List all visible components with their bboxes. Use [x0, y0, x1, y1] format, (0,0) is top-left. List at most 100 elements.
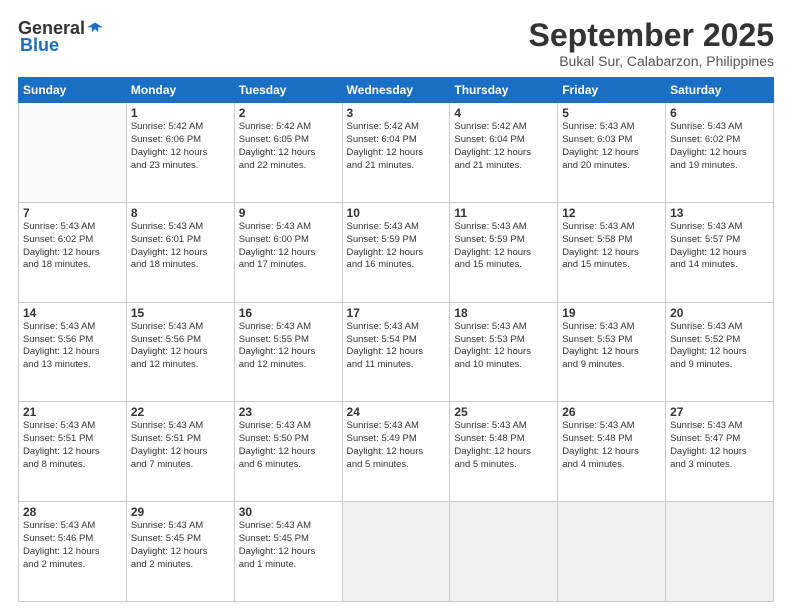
- calendar-header-row: SundayMondayTuesdayWednesdayThursdayFrid…: [19, 78, 774, 103]
- day-number: 2: [239, 106, 338, 120]
- day-number: 26: [562, 405, 661, 419]
- day-header-thursday: Thursday: [450, 78, 558, 103]
- day-number: 10: [347, 206, 446, 220]
- calendar-cell: [342, 502, 450, 602]
- day-detail: Sunrise: 5:43 AM Sunset: 5:54 PM Dayligh…: [347, 321, 446, 372]
- day-number: 15: [131, 306, 230, 320]
- day-number: 19: [562, 306, 661, 320]
- day-number: 14: [23, 306, 122, 320]
- header: General Blue September 2025 Bukal Sur, C…: [18, 18, 774, 69]
- calendar-cell: 21Sunrise: 5:43 AM Sunset: 5:51 PM Dayli…: [19, 402, 127, 502]
- calendar-cell: [558, 502, 666, 602]
- day-number: 9: [239, 206, 338, 220]
- day-detail: Sunrise: 5:43 AM Sunset: 5:53 PM Dayligh…: [562, 321, 661, 372]
- calendar-cell: 15Sunrise: 5:43 AM Sunset: 5:56 PM Dayli…: [126, 302, 234, 402]
- calendar-cell: 23Sunrise: 5:43 AM Sunset: 5:50 PM Dayli…: [234, 402, 342, 502]
- day-number: 22: [131, 405, 230, 419]
- calendar-cell: 25Sunrise: 5:43 AM Sunset: 5:48 PM Dayli…: [450, 402, 558, 502]
- day-number: 21: [23, 405, 122, 419]
- calendar-cell: 1Sunrise: 5:42 AM Sunset: 6:06 PM Daylig…: [126, 103, 234, 203]
- calendar-cell: [666, 502, 774, 602]
- day-detail: Sunrise: 5:42 AM Sunset: 6:04 PM Dayligh…: [454, 121, 553, 172]
- calendar-cell: 18Sunrise: 5:43 AM Sunset: 5:53 PM Dayli…: [450, 302, 558, 402]
- page: General Blue September 2025 Bukal Sur, C…: [0, 0, 792, 612]
- page-title: September 2025: [529, 18, 774, 53]
- day-number: 28: [23, 505, 122, 519]
- day-detail: Sunrise: 5:43 AM Sunset: 5:50 PM Dayligh…: [239, 420, 338, 471]
- day-header-sunday: Sunday: [19, 78, 127, 103]
- day-detail: Sunrise: 5:43 AM Sunset: 5:59 PM Dayligh…: [454, 221, 553, 272]
- logo: General Blue: [18, 18, 103, 56]
- day-number: 11: [454, 206, 553, 220]
- day-number: 8: [131, 206, 230, 220]
- day-header-wednesday: Wednesday: [342, 78, 450, 103]
- day-detail: Sunrise: 5:43 AM Sunset: 5:59 PM Dayligh…: [347, 221, 446, 272]
- calendar-cell: 26Sunrise: 5:43 AM Sunset: 5:48 PM Dayli…: [558, 402, 666, 502]
- day-number: 18: [454, 306, 553, 320]
- logo-blue-text: Blue: [20, 35, 59, 56]
- day-number: 16: [239, 306, 338, 320]
- day-number: 27: [670, 405, 769, 419]
- calendar-cell: 14Sunrise: 5:43 AM Sunset: 5:56 PM Dayli…: [19, 302, 127, 402]
- title-block: September 2025 Bukal Sur, Calabarzon, Ph…: [529, 18, 774, 69]
- day-number: 30: [239, 505, 338, 519]
- day-detail: Sunrise: 5:42 AM Sunset: 6:06 PM Dayligh…: [131, 121, 230, 172]
- day-number: 1: [131, 106, 230, 120]
- calendar-cell: 20Sunrise: 5:43 AM Sunset: 5:52 PM Dayli…: [666, 302, 774, 402]
- day-number: 17: [347, 306, 446, 320]
- calendar-cell: 12Sunrise: 5:43 AM Sunset: 5:58 PM Dayli…: [558, 202, 666, 302]
- day-number: 3: [347, 106, 446, 120]
- calendar-cell: 11Sunrise: 5:43 AM Sunset: 5:59 PM Dayli…: [450, 202, 558, 302]
- day-detail: Sunrise: 5:43 AM Sunset: 6:02 PM Dayligh…: [670, 121, 769, 172]
- calendar-cell: 19Sunrise: 5:43 AM Sunset: 5:53 PM Dayli…: [558, 302, 666, 402]
- calendar-week-2: 7Sunrise: 5:43 AM Sunset: 6:02 PM Daylig…: [19, 202, 774, 302]
- day-detail: Sunrise: 5:43 AM Sunset: 5:49 PM Dayligh…: [347, 420, 446, 471]
- day-detail: Sunrise: 5:43 AM Sunset: 5:47 PM Dayligh…: [670, 420, 769, 471]
- day-number: 23: [239, 405, 338, 419]
- calendar-cell: 24Sunrise: 5:43 AM Sunset: 5:49 PM Dayli…: [342, 402, 450, 502]
- day-detail: Sunrise: 5:43 AM Sunset: 6:00 PM Dayligh…: [239, 221, 338, 272]
- day-header-tuesday: Tuesday: [234, 78, 342, 103]
- day-number: 25: [454, 405, 553, 419]
- day-detail: Sunrise: 5:42 AM Sunset: 6:04 PM Dayligh…: [347, 121, 446, 172]
- calendar-cell: 13Sunrise: 5:43 AM Sunset: 5:57 PM Dayli…: [666, 202, 774, 302]
- day-header-friday: Friday: [558, 78, 666, 103]
- day-detail: Sunrise: 5:43 AM Sunset: 5:56 PM Dayligh…: [131, 321, 230, 372]
- page-subtitle: Bukal Sur, Calabarzon, Philippines: [529, 53, 774, 69]
- calendar-cell: 29Sunrise: 5:43 AM Sunset: 5:45 PM Dayli…: [126, 502, 234, 602]
- calendar-week-1: 1Sunrise: 5:42 AM Sunset: 6:06 PM Daylig…: [19, 103, 774, 203]
- calendar-cell: 2Sunrise: 5:42 AM Sunset: 6:05 PM Daylig…: [234, 103, 342, 203]
- day-detail: Sunrise: 5:43 AM Sunset: 5:45 PM Dayligh…: [131, 520, 230, 571]
- day-number: 20: [670, 306, 769, 320]
- day-detail: Sunrise: 5:43 AM Sunset: 6:03 PM Dayligh…: [562, 121, 661, 172]
- day-detail: Sunrise: 5:43 AM Sunset: 5:48 PM Dayligh…: [562, 420, 661, 471]
- day-detail: Sunrise: 5:43 AM Sunset: 5:56 PM Dayligh…: [23, 321, 122, 372]
- calendar-cell: 22Sunrise: 5:43 AM Sunset: 5:51 PM Dayli…: [126, 402, 234, 502]
- day-number: 24: [347, 405, 446, 419]
- logo-bird-icon: [87, 21, 103, 37]
- day-number: 29: [131, 505, 230, 519]
- day-detail: Sunrise: 5:43 AM Sunset: 5:58 PM Dayligh…: [562, 221, 661, 272]
- day-detail: Sunrise: 5:43 AM Sunset: 5:52 PM Dayligh…: [670, 321, 769, 372]
- calendar-cell: 4Sunrise: 5:42 AM Sunset: 6:04 PM Daylig…: [450, 103, 558, 203]
- day-detail: Sunrise: 5:43 AM Sunset: 5:46 PM Dayligh…: [23, 520, 122, 571]
- calendar-cell: 9Sunrise: 5:43 AM Sunset: 6:00 PM Daylig…: [234, 202, 342, 302]
- calendar-cell: [450, 502, 558, 602]
- calendar-cell: 30Sunrise: 5:43 AM Sunset: 5:45 PM Dayli…: [234, 502, 342, 602]
- day-header-saturday: Saturday: [666, 78, 774, 103]
- day-number: 5: [562, 106, 661, 120]
- day-number: 12: [562, 206, 661, 220]
- calendar-cell: 17Sunrise: 5:43 AM Sunset: 5:54 PM Dayli…: [342, 302, 450, 402]
- calendar-cell: 8Sunrise: 5:43 AM Sunset: 6:01 PM Daylig…: [126, 202, 234, 302]
- day-detail: Sunrise: 5:43 AM Sunset: 5:53 PM Dayligh…: [454, 321, 553, 372]
- calendar-cell: 28Sunrise: 5:43 AM Sunset: 5:46 PM Dayli…: [19, 502, 127, 602]
- calendar-cell: 16Sunrise: 5:43 AM Sunset: 5:55 PM Dayli…: [234, 302, 342, 402]
- day-detail: Sunrise: 5:43 AM Sunset: 5:51 PM Dayligh…: [23, 420, 122, 471]
- calendar-cell: [19, 103, 127, 203]
- day-number: 6: [670, 106, 769, 120]
- day-detail: Sunrise: 5:43 AM Sunset: 5:51 PM Dayligh…: [131, 420, 230, 471]
- calendar-table: SundayMondayTuesdayWednesdayThursdayFrid…: [18, 77, 774, 602]
- day-number: 4: [454, 106, 553, 120]
- calendar-week-4: 21Sunrise: 5:43 AM Sunset: 5:51 PM Dayli…: [19, 402, 774, 502]
- calendar-cell: 6Sunrise: 5:43 AM Sunset: 6:02 PM Daylig…: [666, 103, 774, 203]
